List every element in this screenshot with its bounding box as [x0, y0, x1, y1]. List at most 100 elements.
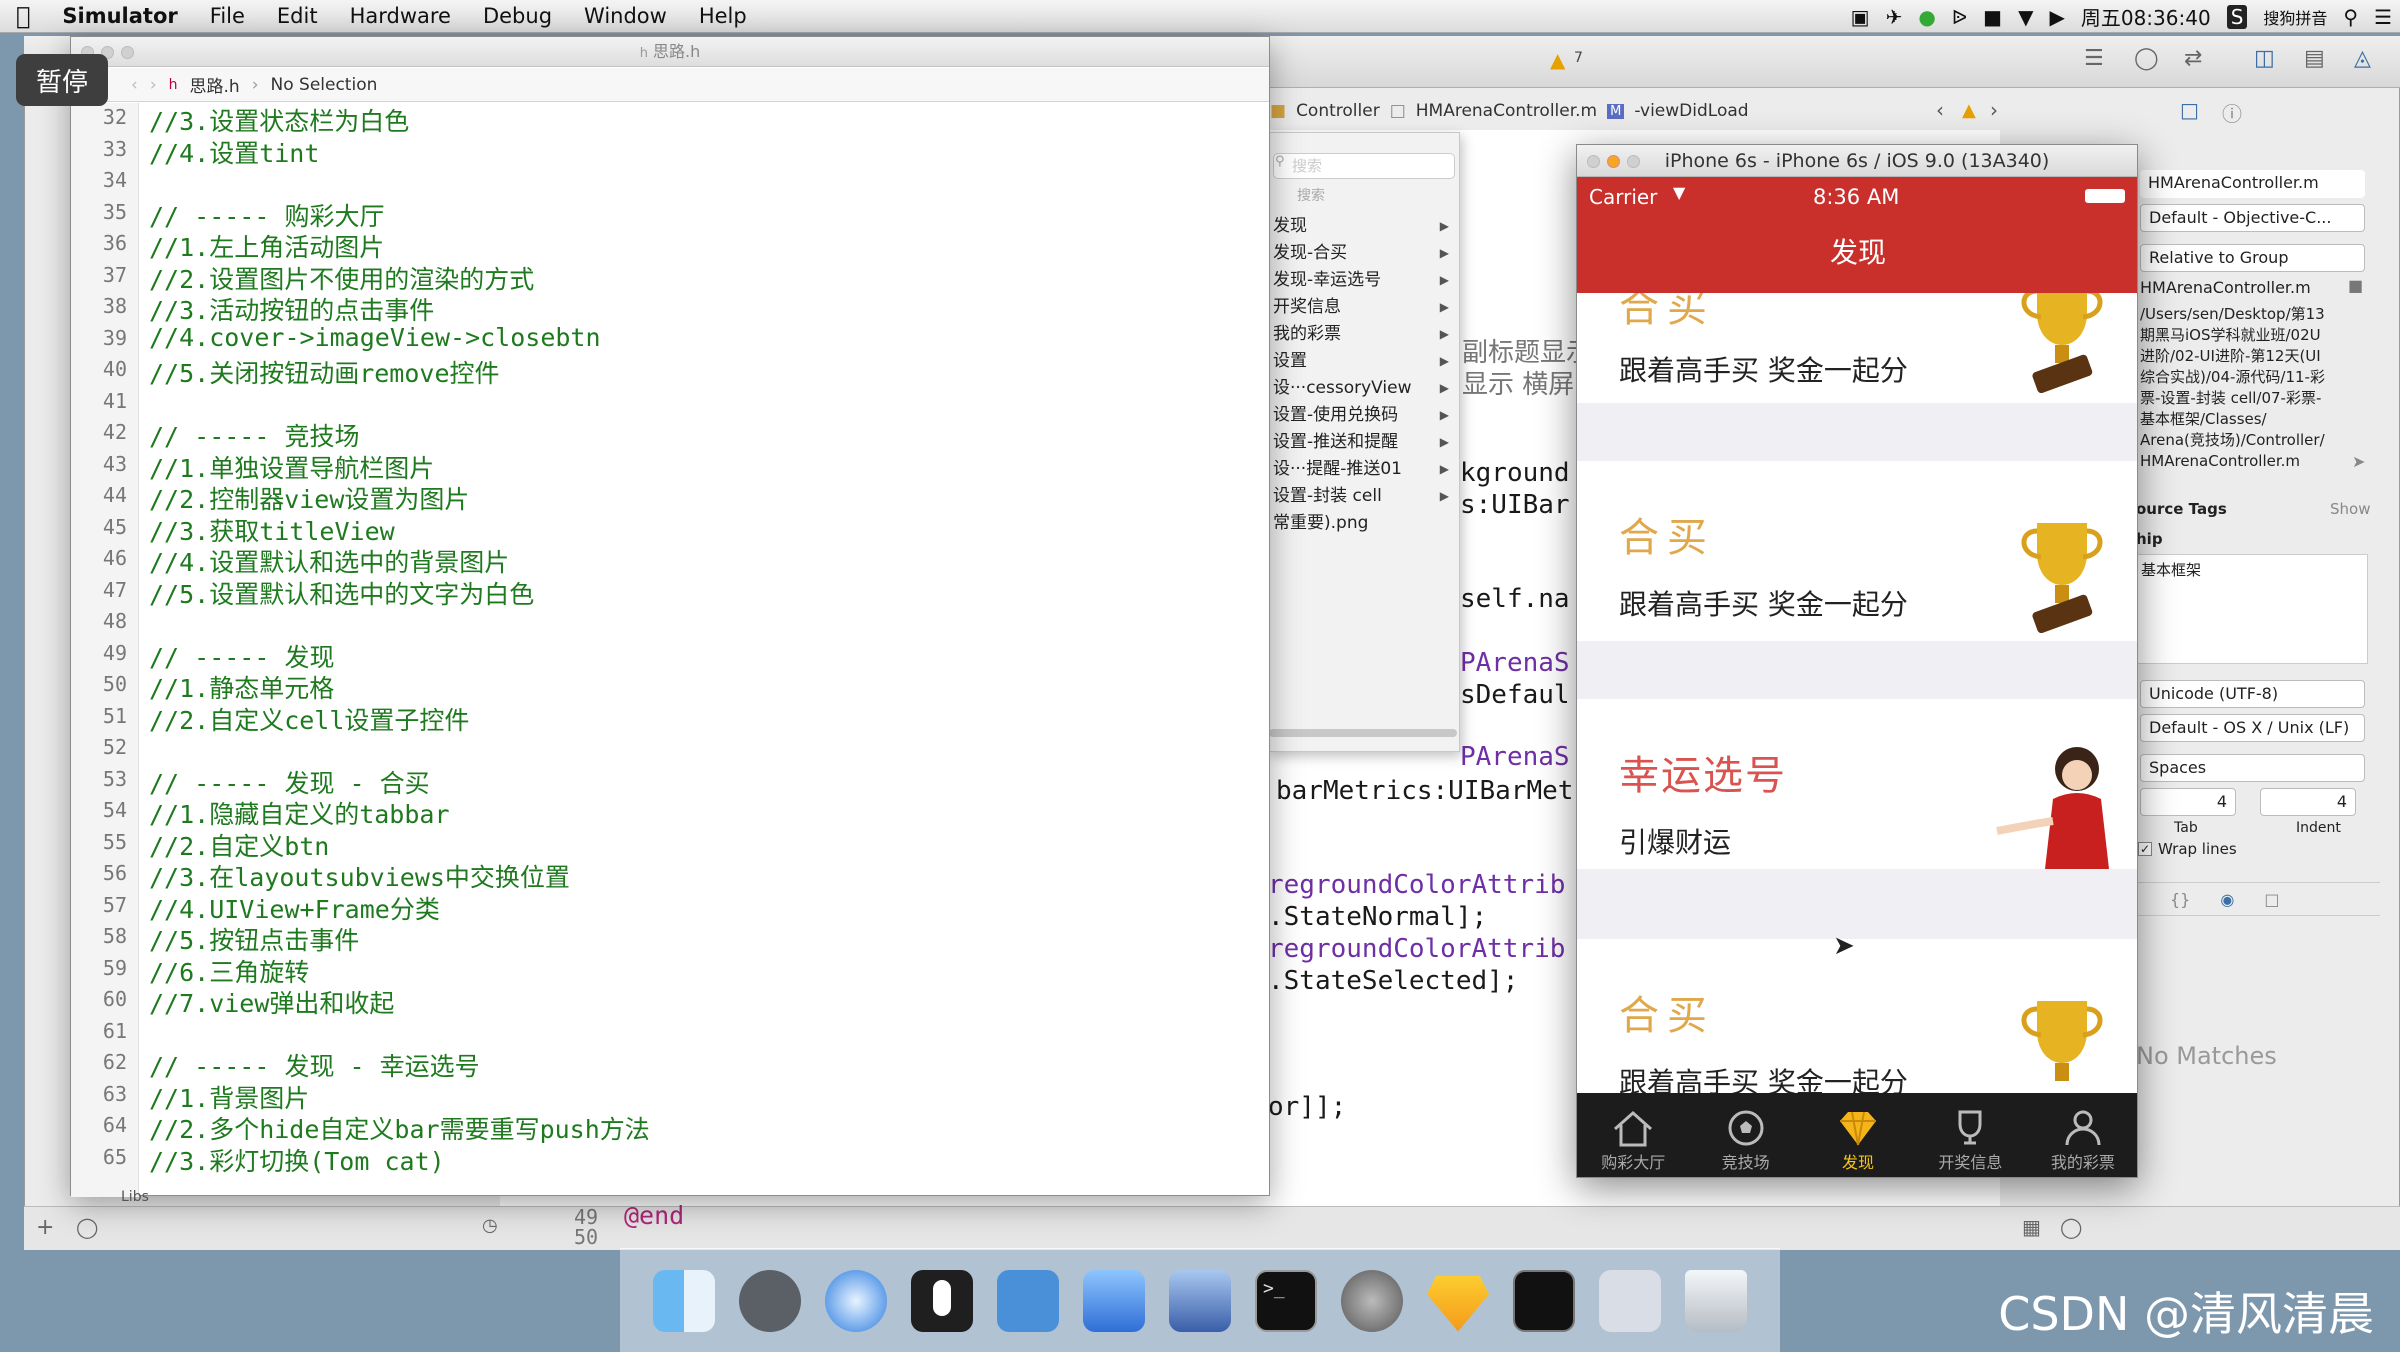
notification-list-icon[interactable]: ☰ [2374, 5, 2392, 29]
table-cell-hemai[interactable]: 合买 跟着高手买 奖金一起分 [1577, 939, 2137, 1093]
popup-item[interactable]: 设···cessoryView ▶ [1273, 375, 1453, 401]
jump-warning-icon[interactable]: ▲ [1962, 100, 1976, 121]
popup-search-input[interactable]: 搜索 [1273, 153, 1455, 179]
finder-icon[interactable] [653, 1269, 715, 1332]
sim-zoom-button[interactable] [1627, 155, 1640, 168]
ime-icon[interactable]: S [2226, 4, 2248, 29]
indent-using-select[interactable]: Spaces [2140, 754, 2365, 782]
navigator-toggle-icon[interactable]: ◫ [2254, 46, 2275, 71]
popup-item[interactable]: 设置-封装 cell ▶ [1273, 483, 1453, 509]
table-cell-hemai[interactable]: 合买 跟着高手买 奖金一起分 [1577, 293, 2137, 403]
tab-my-lottery[interactable]: 我的彩票 [2027, 1093, 2137, 1177]
popup-item[interactable]: 常重要).png [1273, 510, 1453, 536]
table-cell-hemai[interactable]: 合买 跟着高手买 奖金一起分 [1577, 461, 2137, 641]
instruments-icon[interactable] [1169, 1269, 1231, 1332]
forward-arrow-icon[interactable]: › [150, 75, 157, 95]
code-area[interactable]: //3.设置状态栏为白色//4.设置tint// ----- 购彩大厅//1.左… [71, 103, 1271, 1197]
popup-item[interactable]: 设置-使用兑换码 ▶ [1273, 402, 1453, 428]
membership-box[interactable]: 基本框架 [2136, 554, 2368, 664]
sim-minimize-button[interactable] [1607, 155, 1620, 168]
tab-lottery-hall[interactable]: 购彩大厅 [1577, 1093, 1689, 1177]
wrap-lines-checkbox[interactable]: ✓ [2138, 842, 2152, 856]
add-icon[interactable]: + [36, 1215, 54, 1240]
terminal-icon[interactable]: >_ [1255, 1269, 1317, 1332]
breadcrumb-method[interactable]: -viewDidLoad [1634, 101, 1748, 121]
file-inspector-icon[interactable]: □ [2180, 98, 2199, 122]
menu-window[interactable]: Window [568, 4, 683, 28]
lock-icon[interactable]: ■ [1983, 5, 2002, 29]
wifi-icon[interactable]: ▼ [2018, 5, 2033, 29]
media-library-icon[interactable]: □ [2264, 890, 2279, 909]
ime-label[interactable]: 搜狗拼音 [2263, 5, 2327, 29]
filter-library-icon[interactable]: ◯ [2060, 1215, 2082, 1239]
reveal-arrow-icon[interactable]: ➤ [2352, 452, 2365, 471]
location-select[interactable]: Relative to Group [2140, 244, 2365, 272]
popup-item[interactable]: 发现-幸运选号 ▶ [1273, 267, 1453, 293]
line-endings-select[interactable]: Default - OS X / Unix (LF) [2140, 714, 2365, 742]
menu-debug[interactable]: Debug [467, 4, 568, 28]
spotlight-icon[interactable]: ⚲ [2343, 5, 2358, 29]
popup-item[interactable]: 设置-推送和提醒 ▶ [1273, 429, 1453, 455]
popup-item[interactable]: 设···提醒-推送01 ▶ [1273, 456, 1453, 482]
utilities-toggle-icon[interactable]: ◬ [2354, 46, 2371, 71]
grid-view-icon[interactable]: ▦ [2022, 1215, 2041, 1239]
apple-icon[interactable]:  [0, 2, 46, 30]
pause-button[interactable]: 暂停 [16, 54, 108, 106]
object-library-icon[interactable]: ◉ [2220, 890, 2234, 909]
popup-item[interactable]: 设置 ▶ [1273, 348, 1453, 374]
popup-item[interactable]: 开奖信息 ▶ [1273, 294, 1453, 320]
jump-file-name[interactable]: 思路.h [190, 72, 240, 97]
folder-reveal-icon[interactable]: ■ [2348, 276, 2363, 295]
sim-close-button[interactable] [1587, 155, 1600, 168]
zoom-button[interactable] [121, 46, 134, 59]
sketch-icon[interactable] [1427, 1275, 1489, 1332]
menu-simulator[interactable]: Simulator [46, 4, 193, 28]
quick-help-icon[interactable]: ⓘ [2222, 98, 2242, 127]
popup-item[interactable]: 发现 ▶ [1273, 213, 1453, 239]
jump-no-selection[interactable]: No Selection [271, 75, 378, 95]
show-link[interactable]: Show [2330, 500, 2370, 518]
editor-version-icon[interactable]: ⇄ [2184, 46, 2202, 71]
system-preferences-icon[interactable] [1341, 1269, 1403, 1332]
name-field[interactable]: HMArenaController.m [2140, 170, 2365, 198]
file-type-select[interactable]: Default - Objective-C... [2140, 204, 2365, 232]
indent-width-field[interactable]: 4 [2260, 788, 2356, 816]
framework-target[interactable]: 基本框架 [2141, 561, 2201, 579]
screen-record-icon[interactable]: ▣ [1851, 5, 1870, 29]
launchpad-icon[interactable] [739, 1269, 801, 1332]
volume-icon[interactable]: ▶ [2049, 5, 2064, 29]
back-arrow-icon[interactable]: ‹ [131, 75, 138, 95]
menu-help[interactable]: Help [683, 4, 763, 28]
warning-icon[interactable]: ▲ [1550, 48, 1565, 72]
breadcrumb-controller[interactable]: Controller [1296, 101, 1380, 121]
exec-icon[interactable] [1513, 1269, 1575, 1332]
table-cell-lucky-number[interactable]: 幸运选号 引爆财运 [1577, 699, 2137, 869]
trash-icon[interactable] [1685, 1269, 1747, 1332]
tab-arena[interactable]: 竞技场 [1689, 1093, 1801, 1177]
popup-item[interactable]: 我的彩票 ▶ [1273, 321, 1453, 347]
editor-standard-icon[interactable]: ☰ [2084, 46, 2104, 71]
popup-item[interactable]: 发现-合买 ▶ [1273, 240, 1453, 266]
keynote-icon[interactable] [997, 1269, 1059, 1332]
quicktime-icon[interactable] [1599, 1269, 1661, 1332]
bluetooth-icon[interactable]: ᐉ [1952, 5, 1967, 29]
text-encoding-select[interactable]: Unicode (UTF-8) [2140, 680, 2365, 708]
mouse-app-icon[interactable] [911, 1269, 973, 1332]
menu-file[interactable]: File [194, 4, 261, 28]
menu-hardware[interactable]: Hardware [334, 4, 467, 28]
jump-back-icon[interactable]: ‹ [1936, 98, 1944, 122]
jump-forward-icon[interactable]: › [1990, 98, 1998, 122]
menu-edit[interactable]: Edit [261, 4, 334, 28]
tab-width-field[interactable]: 4 [2140, 788, 2236, 816]
recent-filter-icon[interactable]: ◷ [482, 1215, 498, 1236]
breadcrumb-file[interactable]: HMArenaController.m [1416, 101, 1597, 121]
editor-assistant-icon[interactable]: ◯ [2134, 46, 2159, 71]
sync-icon[interactable]: ● [1918, 5, 1935, 29]
airplane-icon[interactable]: ✈ [1886, 5, 1903, 29]
code-snippet-icon[interactable]: {} [2170, 890, 2190, 909]
xcode-icon[interactable] [1083, 1269, 1145, 1332]
safari-icon[interactable] [825, 1269, 887, 1332]
popup-scrollbar[interactable] [1269, 729, 1457, 737]
debug-toggle-icon[interactable]: ▤ [2304, 46, 2325, 71]
filter-icon[interactable]: ◯ [76, 1215, 98, 1239]
